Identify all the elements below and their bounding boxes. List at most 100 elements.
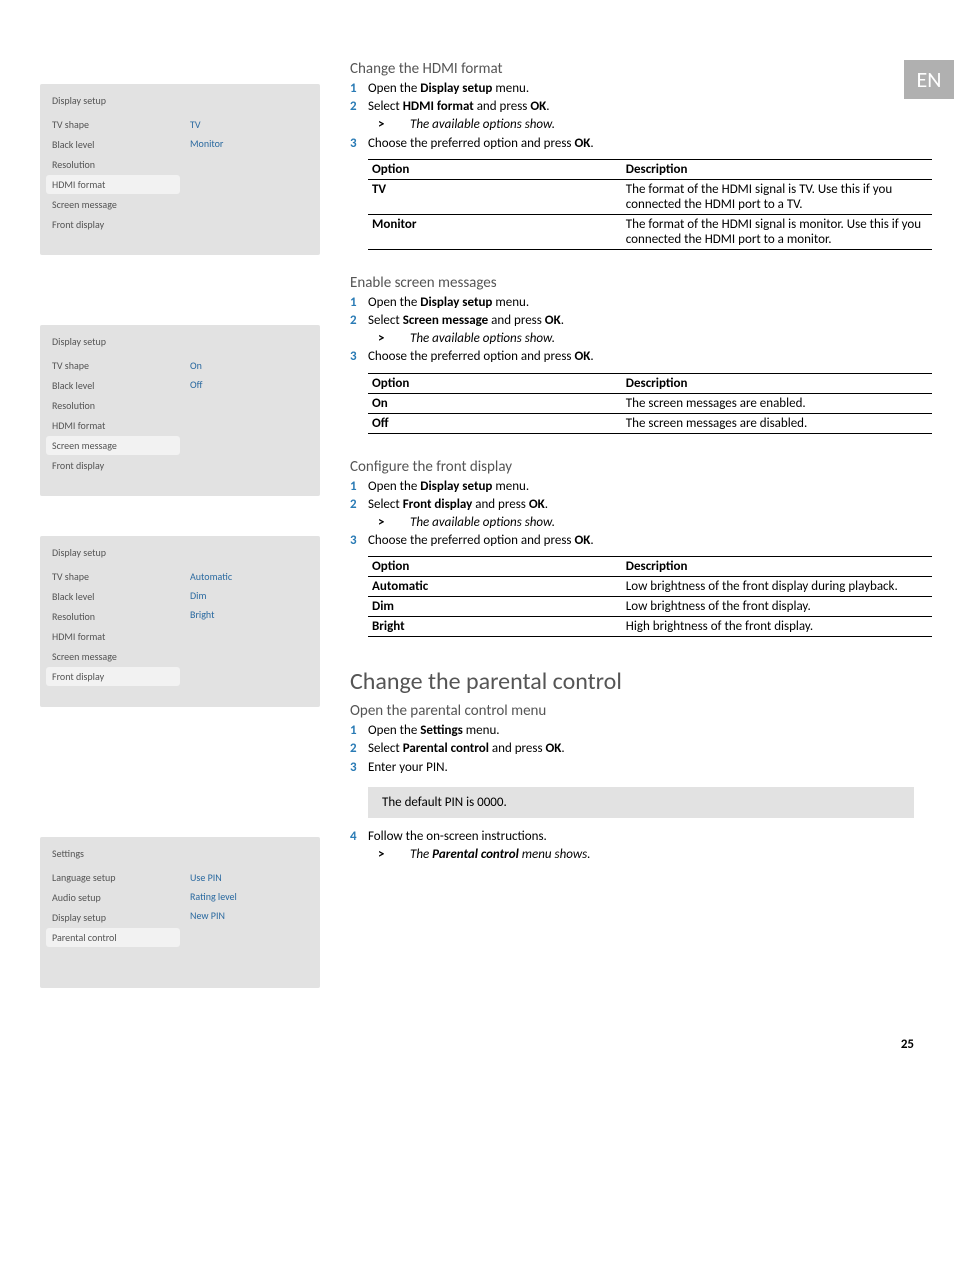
step-text: Select — [368, 497, 403, 512]
step-sub-bold: Parental control — [432, 847, 519, 862]
step: 2Select Screen message and press OK. >Th… — [350, 312, 914, 348]
step-text: . — [590, 349, 593, 364]
step: 1Open the Display setup menu. — [350, 294, 914, 312]
th-option: Option — [368, 557, 622, 577]
step-bold: Display setup — [420, 479, 492, 494]
menu-item: HDMI format — [46, 627, 180, 646]
menu-option: Rating level — [190, 887, 314, 906]
step-text: Open the — [368, 81, 420, 96]
steps-screen: 1Open the Display setup menu. 2Select Sc… — [350, 294, 914, 367]
menu-item: Audio setup — [46, 888, 180, 907]
menu-item: Black level — [46, 135, 180, 154]
step-bold: Settings — [420, 723, 463, 738]
step: 2Select Parental control and press OK. — [350, 740, 914, 758]
step-number: 1 — [350, 478, 368, 496]
menu-item: Black level — [46, 587, 180, 606]
td-option: Bright — [368, 617, 622, 637]
step-bold: Front display — [403, 497, 473, 512]
step-bold: HDMI format — [403, 99, 474, 114]
table-screen-options: OptionDescription OnThe screen messages … — [368, 373, 932, 434]
step-text: menu. — [463, 723, 500, 738]
step: 1Open the Settings menu. — [350, 722, 914, 740]
td-option: TV — [368, 179, 622, 214]
th-description: Description — [622, 159, 932, 179]
step-bold: Display setup — [420, 81, 492, 96]
menu-front-display: Display setup TV shape Black level Resol… — [40, 536, 320, 707]
step-number: 3 — [350, 348, 368, 366]
step-number: 1 — [350, 294, 368, 312]
menu-item: Black level — [46, 376, 180, 395]
menu-item: TV shape — [46, 567, 180, 586]
step-number: 2 — [350, 98, 368, 116]
language-tab: EN — [904, 60, 954, 99]
section-front-display-heading: Configure the front display — [350, 458, 914, 476]
menu-item: Resolution — [46, 396, 180, 415]
step-text: . — [590, 136, 593, 151]
step-text: Choose the preferred option and press — [368, 533, 574, 548]
step-bold: OK — [530, 99, 546, 114]
th-description: Description — [622, 557, 932, 577]
step: 2Select Front display and press OK. >The… — [350, 496, 914, 532]
step-bold: OK — [529, 497, 545, 512]
step-text: . — [546, 99, 549, 114]
menu-option: Automatic — [190, 567, 314, 586]
step-text: . — [561, 741, 564, 756]
th-option: Option — [368, 159, 622, 179]
step-text: and press — [488, 313, 545, 328]
step-bold: OK — [545, 313, 561, 328]
step: 3Choose the preferred option and press O… — [350, 348, 914, 366]
section-parental-control-heading: Change the parental control — [350, 667, 914, 696]
th-description: Description — [622, 373, 932, 393]
step-text: Choose the preferred option and press — [368, 349, 574, 364]
step-text: menu. — [492, 81, 529, 96]
menu-option: New PIN — [190, 906, 314, 925]
menu-screen-message: Display setup TV shape Black level Resol… — [40, 325, 320, 496]
td-description: Low brightness of the front display duri… — [622, 577, 932, 597]
step-bold: Display setup — [420, 295, 492, 310]
menu-title: Settings — [46, 843, 314, 868]
menu-title: Display setup — [46, 542, 314, 567]
step-bold: OK — [574, 349, 590, 364]
step-bold: OK — [574, 533, 590, 548]
step-text: and press — [472, 497, 529, 512]
steps-parental-2: 4Follow the on-screen instructions. >The… — [350, 828, 914, 864]
step-sub-text: menu shows. — [519, 847, 591, 862]
td-option: On — [368, 393, 622, 413]
section-screen-messages-heading: Enable screen messages — [350, 274, 914, 292]
menu-title: Display setup — [46, 90, 314, 115]
td-description: Low brightness of the front display. — [622, 597, 932, 617]
page-number: 25 — [901, 1037, 914, 1052]
menu-item: Screen message — [46, 647, 180, 666]
td-option: Off — [368, 413, 622, 433]
step-number: 4 — [350, 828, 368, 846]
step-number: 2 — [350, 740, 368, 758]
step-number: 3 — [350, 135, 368, 153]
step-text: Select — [368, 313, 403, 328]
menu-option: On — [190, 356, 314, 375]
menu-option: Bright — [190, 605, 314, 624]
menu-item: Display setup — [46, 908, 180, 927]
step-text: . — [545, 497, 548, 512]
step: 4Follow the on-screen instructions. >The… — [350, 828, 914, 864]
step-sub: >The Parental control menu shows. — [372, 846, 914, 864]
menu-title: Display setup — [46, 331, 314, 356]
arrow-icon: > — [394, 514, 410, 532]
step-number: 2 — [350, 312, 368, 330]
menu-option: Off — [190, 375, 314, 394]
menu-item: Resolution — [46, 607, 180, 626]
table-front-options: OptionDescription AutomaticLow brightnes… — [368, 556, 932, 637]
step: 3Choose the preferred option and press O… — [350, 135, 914, 153]
step-text: Select — [368, 99, 403, 114]
arrow-icon: > — [394, 330, 410, 348]
section-parental-sub-heading: Open the parental control menu — [350, 702, 914, 720]
step-text: Choose the preferred option and press — [368, 136, 574, 151]
arrow-icon: > — [394, 846, 410, 864]
menu-option: Dim — [190, 586, 314, 605]
menu-item-selected: HDMI format — [46, 175, 180, 194]
step-text: Open the — [368, 295, 420, 310]
menu-item: Screen message — [46, 195, 180, 214]
step: 3Choose the preferred option and press O… — [350, 532, 914, 550]
menu-hdmi-format: Display setup TV shape Black level Resol… — [40, 84, 320, 255]
menu-item: Resolution — [46, 155, 180, 174]
step-number: 1 — [350, 80, 368, 98]
